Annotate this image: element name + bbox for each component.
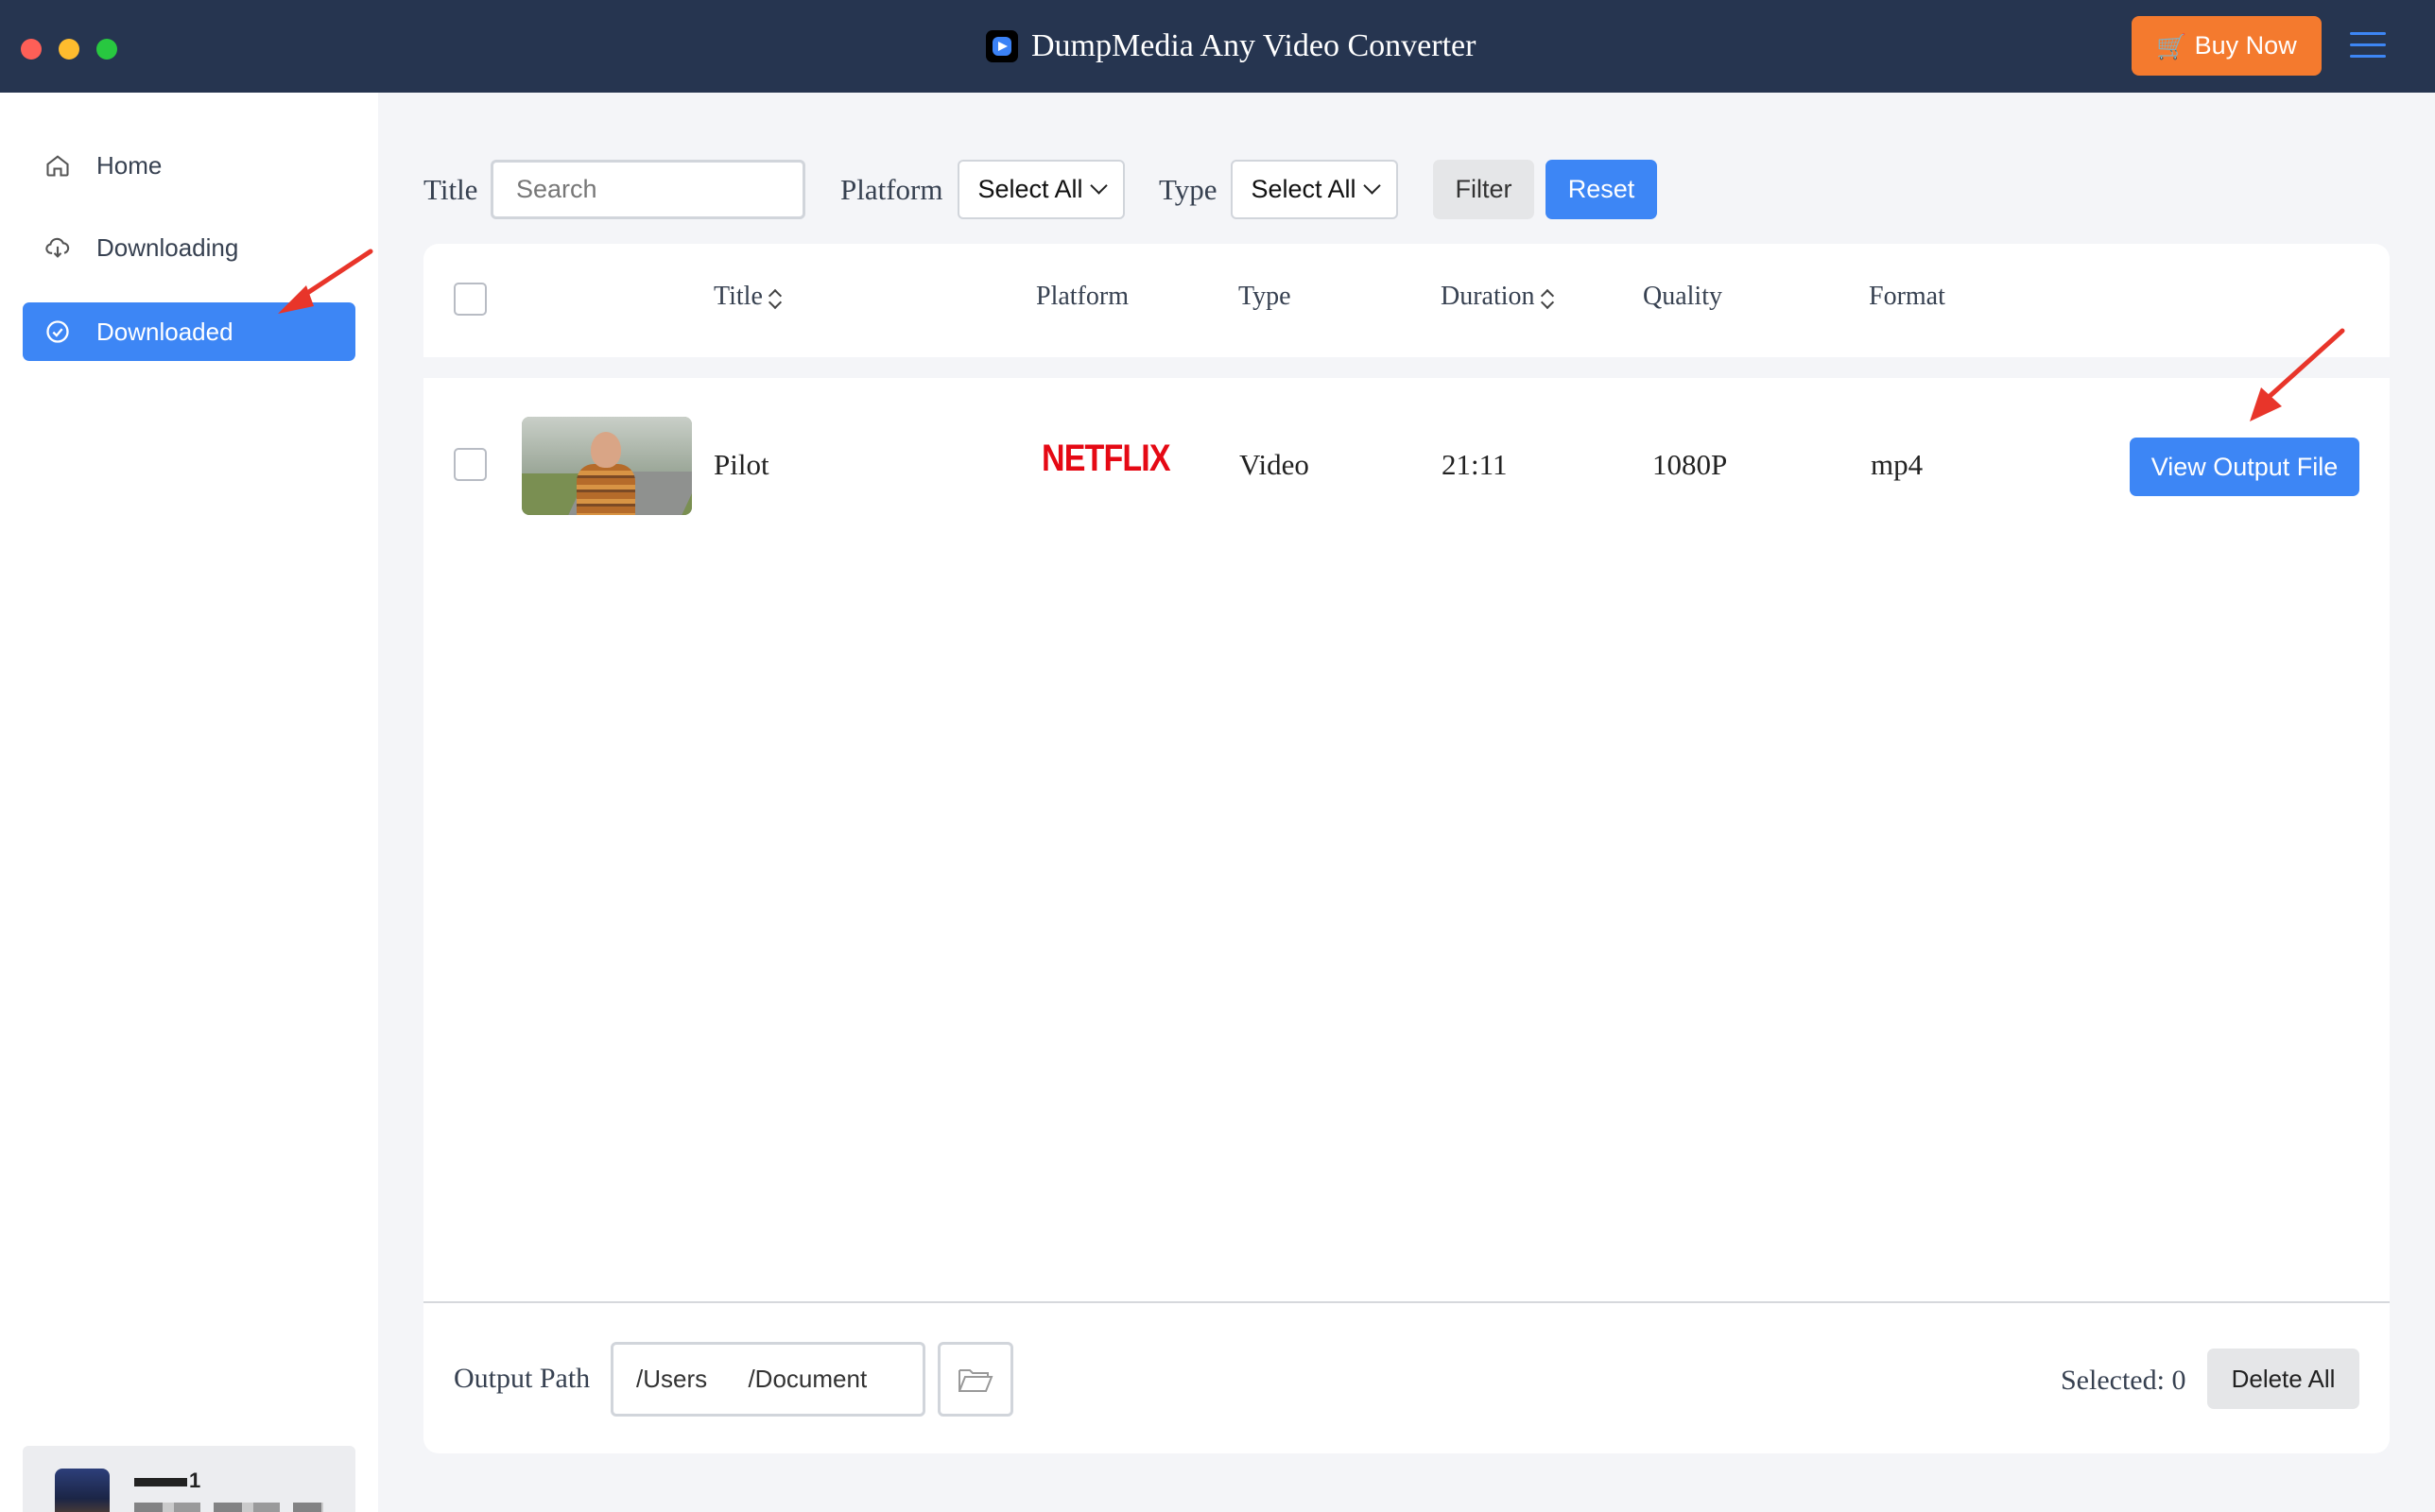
folder-open-icon bbox=[958, 1366, 993, 1393]
maximize-window-button[interactable] bbox=[96, 39, 117, 60]
user-account-card[interactable]: 1 bbox=[23, 1446, 355, 1512]
sort-icon[interactable] bbox=[1540, 287, 1554, 309]
platform-select[interactable]: Select All bbox=[958, 160, 1125, 219]
sidebar-item-home[interactable]: Home bbox=[23, 136, 355, 195]
home-icon bbox=[43, 151, 72, 180]
sort-icon[interactable] bbox=[768, 287, 782, 309]
delete-all-button[interactable]: Delete All bbox=[2207, 1349, 2359, 1409]
cart-icon: 🛒 bbox=[2156, 31, 2187, 60]
app-title: DumpMedia Any Video Converter bbox=[986, 26, 1476, 67]
check-circle-icon bbox=[43, 318, 72, 346]
search-input[interactable] bbox=[491, 160, 805, 219]
platform-select-value: Select All bbox=[977, 175, 1083, 203]
buy-now-button[interactable]: 🛒 Buy Now bbox=[2132, 16, 2322, 76]
user-name: 1 bbox=[134, 1469, 200, 1493]
column-header-quality: Quality bbox=[1643, 282, 1722, 311]
column-header-platform: Platform bbox=[1036, 282, 1129, 311]
column-header-type: Type bbox=[1238, 282, 1291, 311]
sidebar-item-label: Downloaded bbox=[96, 317, 233, 346]
title-bar: DumpMedia Any Video Converter 🛒 Buy Now bbox=[0, 0, 2435, 93]
annotation-arrow-icon bbox=[278, 249, 373, 314]
reset-button[interactable]: Reset bbox=[1546, 160, 1657, 219]
row-format: mp4 bbox=[1871, 448, 1924, 481]
output-path-label: Output Path bbox=[454, 1363, 591, 1394]
row-duration: 21:11 bbox=[1442, 448, 1508, 481]
user-subtitle-redacted bbox=[134, 1503, 323, 1512]
buy-now-label: Buy Now bbox=[2194, 31, 2297, 60]
column-header-title[interactable]: Title bbox=[714, 282, 782, 312]
app-name: DumpMedia Any Video Converter bbox=[1031, 28, 1477, 63]
selected-count: Selected: 0 bbox=[2061, 1365, 2186, 1396]
header-divider bbox=[423, 357, 2390, 378]
footer-divider bbox=[423, 1301, 2390, 1303]
row-title: Pilot bbox=[714, 448, 769, 481]
platform-filter-label: Platform bbox=[840, 173, 943, 206]
sidebar: Home Downloading Downloaded 1 bbox=[0, 93, 378, 1512]
column-header-duration[interactable]: Duration bbox=[1441, 282, 1554, 312]
title-filter-label: Title bbox=[423, 173, 478, 206]
avatar bbox=[55, 1469, 110, 1512]
sidebar-item-label: Downloading bbox=[96, 232, 239, 262]
minimize-window-button[interactable] bbox=[59, 39, 79, 60]
chevron-down-icon bbox=[1089, 177, 1108, 195]
row-quality: 1080P bbox=[1652, 448, 1728, 481]
type-filter-label: Type bbox=[1159, 173, 1218, 206]
row-checkbox[interactable] bbox=[454, 448, 487, 481]
filter-button[interactable]: Filter bbox=[1433, 160, 1534, 219]
output-path-field[interactable] bbox=[611, 1342, 925, 1417]
type-select-value: Select All bbox=[1251, 175, 1356, 203]
chevron-down-icon bbox=[1362, 177, 1381, 195]
select-all-checkbox[interactable] bbox=[454, 283, 487, 316]
sidebar-item-label: Home bbox=[96, 150, 163, 180]
close-window-button[interactable] bbox=[21, 39, 42, 60]
view-output-file-button[interactable]: View Output File bbox=[2130, 438, 2359, 496]
column-header-format: Format bbox=[1869, 282, 1945, 311]
downloaded-table-panel: Title Platform Type Duration Quality For… bbox=[423, 244, 2390, 1453]
type-select[interactable]: Select All bbox=[1231, 160, 1398, 219]
browse-folder-button[interactable] bbox=[938, 1342, 1013, 1417]
netflix-logo: NETFLIX bbox=[1042, 438, 1171, 479]
annotation-arrow-icon bbox=[2250, 328, 2345, 421]
video-thumbnail bbox=[522, 417, 692, 515]
hamburger-menu-icon[interactable] bbox=[2350, 32, 2386, 59]
app-logo-icon bbox=[986, 30, 1018, 62]
row-type: Video bbox=[1239, 448, 1309, 481]
cloud-download-icon bbox=[43, 233, 72, 262]
